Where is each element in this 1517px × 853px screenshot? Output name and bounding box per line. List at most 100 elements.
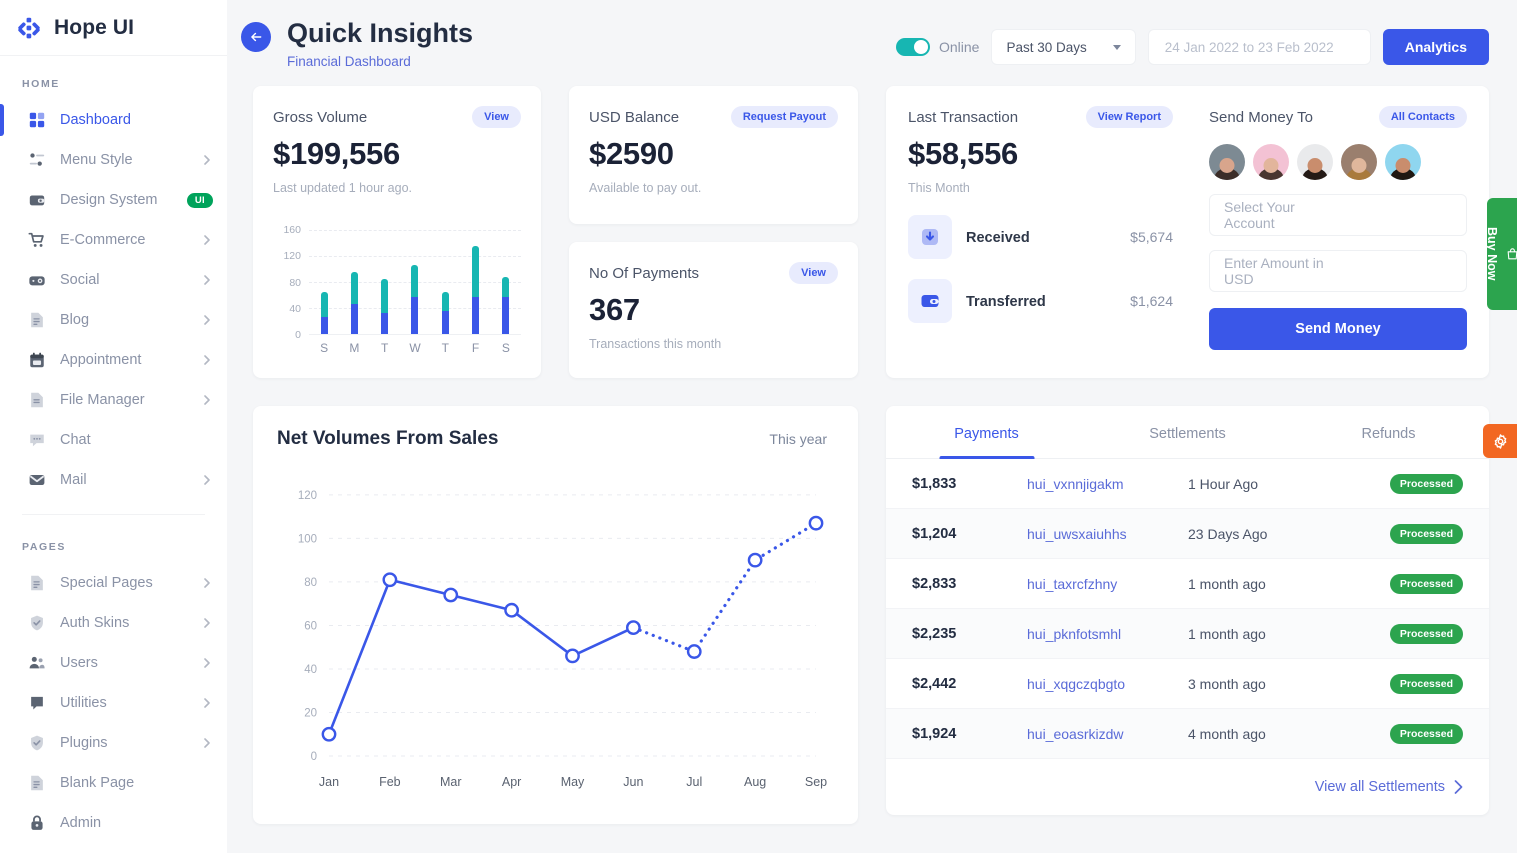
sidebar-item-label: Menu Style — [60, 152, 133, 168]
chevron-right-icon — [1454, 780, 1463, 794]
table-row[interactable]: $2,235 hui_pknfotsmhl 1 month ago Processed — [886, 609, 1489, 659]
sidebar-item-appointment[interactable]: Appointment — [0, 340, 227, 380]
page-subtitle[interactable]: Financial Dashboard — [287, 54, 473, 69]
row-id-link[interactable]: hui_xqgczqbgto — [1027, 676, 1188, 692]
bar-y-tick: 160 — [283, 224, 301, 237]
table-row[interactable]: $1,204 hui_uwsxaiuhhs 23 Days Ago Processed — [886, 509, 1489, 559]
avatar[interactable] — [1297, 144, 1333, 180]
chevron-down-icon — [1112, 44, 1121, 50]
bar-chart-x-labels: SMTWTFS — [309, 341, 521, 355]
row-id-link[interactable]: hui_vxnnjigakm — [1027, 476, 1188, 492]
header-controls: Online Past 30 Days 24 Jan 2022 to 23 Fe… — [895, 10, 1489, 65]
chevron-right-icon — [204, 738, 210, 748]
gross-volume-value: $199,556 — [273, 136, 400, 171]
sidebar-item-social[interactable]: Social — [0, 260, 227, 300]
page-header: Quick Insights Financial Dashboard Onlin… — [227, 0, 1517, 86]
chevron-right-icon — [204, 275, 210, 285]
document-icon — [28, 574, 46, 592]
sidebar-item-users[interactable]: Users — [0, 643, 227, 683]
back-button[interactable] — [241, 22, 271, 52]
line-x-label: Mar — [440, 775, 462, 789]
chevron-right-icon — [204, 618, 210, 628]
radio-icon — [28, 271, 46, 289]
view-all-settlements-link[interactable]: View all Settlements — [1315, 779, 1463, 795]
avatar[interactable] — [1209, 144, 1245, 180]
bar-column — [400, 217, 430, 334]
settings-button[interactable] — [1483, 424, 1517, 458]
table-row[interactable]: $2,442 hui_xqgczqbgto 3 month ago Processed — [886, 659, 1489, 709]
bar-y-tick: 40 — [289, 302, 301, 315]
sidebar-item-special-pages[interactable]: Special Pages — [0, 563, 227, 603]
row-id-link[interactable]: hui_taxrcfzhny — [1027, 576, 1188, 592]
avatar[interactable] — [1341, 144, 1377, 180]
buy-now-button[interactable]: Buy Now — [1485, 198, 1517, 310]
transaction-line-label: Transferred — [966, 293, 1046, 310]
account-select[interactable]: Select Your Account — [1209, 194, 1467, 236]
sidebar-item-plugins[interactable]: Plugins — [0, 723, 227, 763]
row-id-link[interactable]: hui_pknfotsmhl — [1027, 626, 1188, 642]
table-row[interactable]: $1,924 hui_eoasrkizdw 4 month ago Processed — [886, 709, 1489, 759]
table-row[interactable]: $1,833 hui_vxnnjigakm 1 Hour Ago Processed — [886, 459, 1489, 509]
bookmark-icon — [28, 694, 46, 712]
line-data-point — [747, 552, 763, 568]
dashboard-content: Gross Volume View $199,556 Last updated … — [227, 86, 1517, 824]
table-row[interactable]: $2,833 hui_taxrcfzhny 1 month ago Processed — [886, 559, 1489, 609]
no-of-payments-view-button[interactable]: View — [789, 262, 838, 284]
tab-settlements[interactable]: Settlements — [1087, 406, 1288, 458]
row-id-link[interactable]: hui_eoasrkizdw — [1027, 726, 1188, 742]
all-contacts-button[interactable]: All Contacts — [1378, 106, 1467, 128]
shield-icon — [28, 614, 46, 632]
sidebar-item-file-manager[interactable]: File Manager — [0, 380, 227, 420]
line-data-point — [382, 572, 398, 588]
sidebar-item-utilities[interactable]: Utilities — [0, 683, 227, 723]
sidebar-item-blog[interactable]: Blog — [0, 300, 227, 340]
date-range-select[interactable]: Past 30 Days — [991, 29, 1136, 65]
line-x-label: Feb — [379, 775, 401, 789]
tab-payments[interactable]: Payments — [886, 406, 1087, 458]
sidebar-item-dashboard[interactable]: Dashboard — [0, 100, 227, 140]
gross-volume-view-button[interactable]: View — [472, 106, 521, 128]
net-volumes-range-value: This year — [769, 431, 827, 447]
date-input-placeholder: 24 Jan 2022 to 23 Feb 2022 — [1164, 39, 1334, 55]
sidebar-item-design-system[interactable]: Design System UI — [0, 180, 227, 220]
sidebar-item-label: Plugins — [60, 735, 108, 751]
net-volumes-range-select[interactable]: This year — [769, 431, 834, 447]
sidebar-item-e-commerce[interactable]: E-Commerce — [0, 220, 227, 260]
gross-volume-title: Gross Volume — [273, 108, 368, 126]
request-payout-button[interactable]: Request Payout — [730, 106, 838, 128]
send-money-button[interactable]: Send Money — [1209, 308, 1467, 350]
avatar[interactable] — [1253, 144, 1289, 180]
bar-x-label: M — [349, 341, 360, 355]
row-id-link[interactable]: hui_uwsxaiuhhs — [1027, 526, 1188, 542]
last-transaction-note: This Month — [908, 181, 970, 195]
brand[interactable]: Hope UI — [0, 0, 227, 56]
row-amount: $1,833 — [912, 475, 957, 492]
view-report-button[interactable]: View Report — [1085, 106, 1173, 128]
lock-icon — [28, 814, 46, 832]
sidebar-item-mail[interactable]: Mail — [0, 460, 227, 500]
avatar[interactable] — [1385, 144, 1421, 180]
analytics-button[interactable]: Analytics — [1382, 29, 1489, 65]
sidebar-item-label: Appointment — [60, 352, 142, 368]
transaction-send-card: Last Transaction View Report $58,556 Thi… — [886, 86, 1489, 378]
tab-refunds[interactable]: Refunds — [1288, 406, 1489, 458]
amount-select[interactable]: Enter Amount in USD — [1209, 250, 1467, 292]
sidebar-item-chat[interactable]: Chat — [0, 420, 227, 460]
online-toggle[interactable] — [895, 38, 930, 56]
envelope-icon — [28, 471, 46, 489]
net-volumes-line-chart: 0 20 40 60 80 100 120 Jan Feb Mar Apr May Jun Jul Aug S… — [277, 458, 834, 798]
account-select-placeholder: Select Your Account — [1224, 199, 1295, 231]
view-all-settlements-label: View all Settlements — [1314, 779, 1445, 795]
chat-icon — [28, 431, 46, 449]
sidebar-item-auth-skins[interactable]: Auth Skins — [0, 603, 227, 643]
sidebar-item-admin[interactable]: Admin — [0, 803, 227, 843]
sidebar-item-label: Blog — [60, 312, 90, 328]
line-y-tick: 0 — [311, 751, 317, 763]
date-input[interactable]: 24 Jan 2022 to 23 Feb 2022 — [1147, 29, 1371, 65]
send-money-section: Send Money To All Contacts Select Your A… — [1191, 106, 1467, 358]
online-toggle-group[interactable]: Online — [895, 38, 979, 56]
sidebar-item-menu-style[interactable]: Menu Style — [0, 140, 227, 180]
gross-volume-bar-chart: 160 120 80 40 0 — [273, 217, 521, 341]
sidebar-item-blank-page[interactable]: Blank Page — [0, 763, 227, 803]
date-range-value: Past 30 Days — [1006, 39, 1087, 55]
